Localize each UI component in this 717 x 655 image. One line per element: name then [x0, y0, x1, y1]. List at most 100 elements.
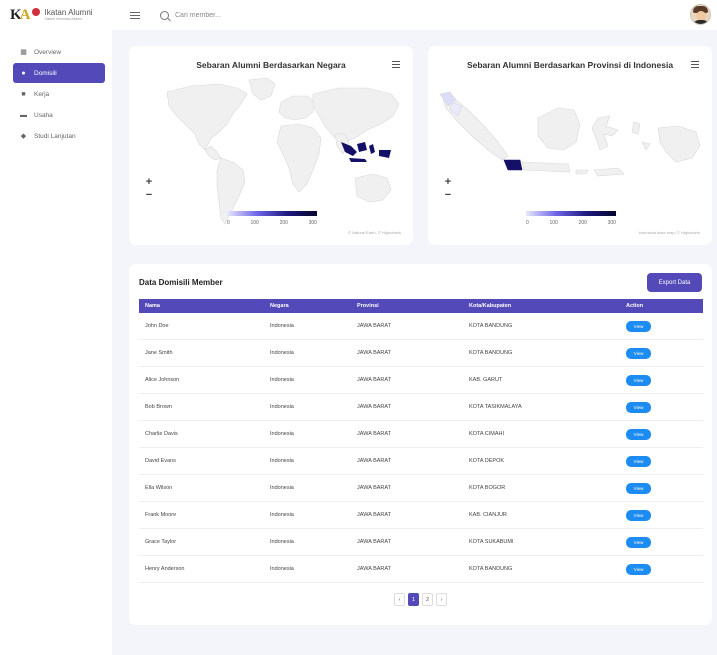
pagination-prev-button[interactable]: ‹ [394, 593, 405, 606]
pagination-page-2[interactable]: 2 [422, 593, 433, 606]
table-row: Alice Johnson Indonesia JAWA BARAT KAB. GAR… [139, 367, 703, 394]
color-legend: 0 100 200 300 [526, 211, 616, 233]
cell-negara: Indonesia [270, 566, 294, 572]
table-title: Data Domisili Member [139, 278, 223, 287]
table-row: Ella Wilson Indonesia JAWA BARAT KOTA BOGOR… [139, 475, 703, 502]
table-row: John Doe Indonesia JAWA BARAT KOTA BANDUNG V… [139, 313, 703, 340]
cell-action: View [620, 347, 703, 359]
column-header: Action [626, 303, 644, 309]
domisili-table: Nama Negara Provinsi Kota/Kabupaten Acti… [139, 299, 703, 583]
cell-nama: Charlie Davis [145, 431, 178, 437]
cell-nama: Alice Johnson [145, 377, 180, 383]
cell-action: View [620, 428, 703, 440]
map-region-indonesia-papua [379, 150, 391, 158]
map-region-indonesia-sulawesi [369, 144, 375, 154]
color-legend: 0 100 200 300 [227, 211, 317, 233]
zoom-out-button[interactable]: − [143, 189, 155, 201]
zoom-in-button[interactable]: + [143, 176, 155, 188]
cell-provinsi: JAWA BARAT [357, 512, 392, 518]
pagination: ‹ 1 2 › [394, 593, 447, 606]
map-region-europe [278, 95, 316, 121]
pagination-page-1[interactable]: 1 [408, 593, 419, 606]
cell-nama: Henry Anderson [145, 566, 185, 572]
cell-negara: Indonesia [270, 512, 294, 518]
cell-action: View [620, 455, 703, 467]
cell-kota: KAB. GARUT [469, 377, 503, 383]
map-region-central-america [204, 145, 222, 161]
graduation-icon: ◆ [20, 133, 27, 140]
sidebar-item-domisili[interactable]: ● Domisili [13, 63, 105, 83]
cell-provinsi: JAWA BARAT [357, 350, 392, 356]
sidebar-item-label: Kerja [34, 90, 50, 98]
sidebar-item-label: Domisili [34, 69, 57, 77]
map-region-indonesia-borneo [357, 142, 367, 152]
column-header[interactable]: Nama [139, 303, 264, 309]
search-input[interactable] [175, 11, 335, 19]
table-row: Henry Anderson Indonesia JAWA BARAT KOTA BA… [139, 556, 703, 583]
sidebar-item-kerja[interactable]: ■ Kerja [13, 84, 105, 104]
cell-negara: Indonesia [270, 539, 294, 545]
legend-tick: 0 [526, 220, 529, 226]
cell-nama: Jane Smith [145, 350, 173, 356]
view-button[interactable]: View [626, 455, 651, 467]
view-button[interactable]: View [626, 401, 651, 413]
cell-negara: Indonesia [270, 323, 294, 329]
cell-action: View [620, 374, 703, 386]
cell-provinsi: JAWA BARAT [357, 431, 392, 437]
map-credits[interactable]: Indonesia base map, © Highcharts [639, 230, 700, 235]
view-button[interactable]: View [626, 563, 651, 575]
cell-kota: KOTA DEPOK [469, 458, 505, 464]
cell-nama: John Doe [145, 323, 169, 329]
cell-provinsi: JAWA BARAT [357, 458, 392, 464]
view-button[interactable]: View [626, 509, 651, 521]
view-button[interactable]: View [626, 536, 651, 548]
cell-nama: Grace Taylor [145, 539, 177, 545]
zoom-in-button[interactable]: + [442, 176, 454, 188]
legend-tick: 200 [279, 220, 288, 226]
cell-kota: KOTA TASIKMALAYA [469, 404, 522, 410]
cell-provinsi: JAWA BARAT [357, 566, 392, 572]
view-button[interactable]: View [626, 374, 651, 386]
column-header[interactable]: Kota/Kabupaten [463, 303, 620, 309]
cell-kota: KOTA CIMAHI [469, 431, 505, 437]
briefcase-icon: ■ [21, 90, 26, 98]
cell-negara: Indonesia [270, 458, 294, 464]
cell-kota: KOTA BANDUNG [469, 323, 513, 329]
view-button[interactable]: View [626, 320, 651, 332]
column-header[interactable]: Negara [264, 303, 351, 309]
map-region-java-east [521, 161, 571, 173]
cell-kota: KOTA SUKABUMI [469, 539, 514, 545]
cell-nama: Bob Brown [145, 404, 172, 410]
view-button[interactable]: View [626, 428, 651, 440]
avatar[interactable] [690, 4, 711, 25]
table-row: Jane Smith Indonesia JAWA BARAT KOTA BANDUN… [139, 340, 703, 367]
sidebar-item-label: Overview [34, 48, 62, 56]
map-region-nusa-tenggara [575, 167, 625, 177]
cell-action: View [620, 509, 703, 521]
hamburger-menu-icon[interactable] [130, 11, 140, 19]
map-region-kalimantan [537, 107, 581, 151]
sidebar-item-usaha[interactable]: ▬ Usaha [13, 105, 105, 125]
brand-title: Ikatan Alumni [44, 7, 93, 17]
column-header[interactable]: Provinsi [351, 303, 463, 309]
cell-provinsi: JAWA BARAT [357, 377, 392, 383]
pagination-next-button[interactable]: › [436, 593, 447, 606]
cell-provinsi: JAWA BARAT [357, 539, 392, 545]
zoom-out-button[interactable]: − [442, 189, 454, 201]
logo: KA [10, 7, 40, 24]
search-bar [160, 10, 335, 20]
brand[interactable]: KA Ikatan Alumni Sistem Informasi Alumni [0, 7, 112, 24]
table-row: Charlie Davis Indonesia JAWA BARAT KOTA CIM… [139, 421, 703, 448]
sidebar-item-studi-lanjutan[interactable]: ◆ Studi Lanjutan [13, 126, 105, 146]
view-button[interactable]: View [626, 347, 651, 359]
cell-action: View [620, 563, 703, 575]
sidebar-item-overview[interactable]: ▦ Overview [13, 42, 105, 62]
export-data-button[interactable]: Export Data [647, 273, 702, 292]
indonesia-map-card: Sebaran Alumni Berdasarkan Provinsi di I… [428, 46, 712, 245]
domisili-table-card: Data Domisili Member Export Data Nama Ne… [129, 264, 712, 625]
cell-kota: KOTA BANDUNG [469, 350, 513, 356]
table-header: Nama Negara Provinsi Kota/Kabupaten Acti… [139, 299, 703, 313]
map-region-maluku [631, 121, 651, 151]
map-credits[interactable]: © Natural Earth, © Highcharts [348, 230, 401, 235]
view-button[interactable]: View [626, 482, 651, 494]
